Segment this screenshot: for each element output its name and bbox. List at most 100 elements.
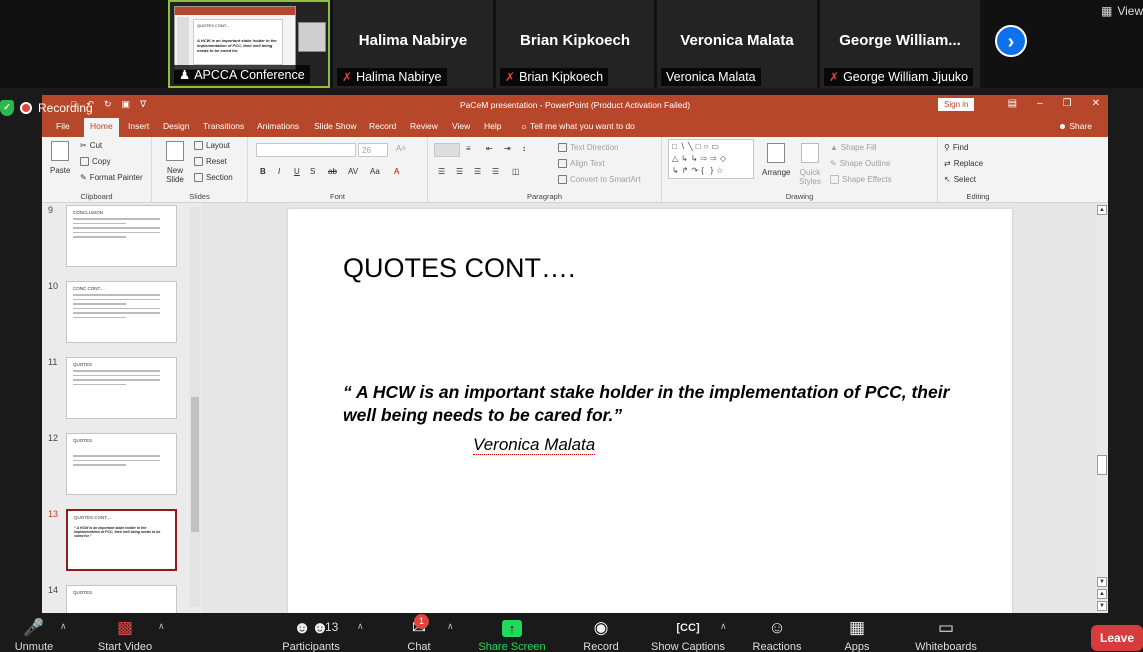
find-button[interactable]: ⚲ Find [944, 143, 968, 152]
minimize-icon[interactable]: – [1037, 98, 1043, 109]
sign-in-button[interactable]: Sign in [938, 98, 975, 111]
share-button[interactable]: ☻ Share [1058, 121, 1092, 131]
participant-tile-george[interactable]: George William... ✗ George William Jjuuk… [820, 0, 980, 88]
slide-scrollbar[interactable]: ▲ ▼ ▲ ▼ [1096, 203, 1108, 613]
quick-styles-button[interactable]: Quick Styles [796, 143, 824, 186]
replace-button[interactable]: ⇄ Replace [944, 159, 983, 168]
shape-effects-button[interactable]: Shape Effects [830, 175, 892, 184]
thumbnail-scrollbar[interactable] [190, 207, 200, 607]
slide-thumbnail-12[interactable]: QUOTES [66, 433, 177, 495]
columns-icon[interactable]: ◫ [512, 167, 520, 176]
numbering-icon[interactable]: ≡ [466, 144, 471, 153]
bold-icon[interactable]: B [260, 167, 266, 176]
scrollbar-thumb[interactable] [191, 397, 199, 532]
view-button[interactable]: ▦ View [1101, 4, 1143, 18]
chevron-up-icon[interactable]: ∧ [60, 621, 67, 632]
scroll-down-icon[interactable]: ▼ [1097, 577, 1107, 587]
next-slide-icon[interactable]: ▼ [1097, 601, 1107, 611]
show-captions-button[interactable]: [CC] Show Captions [646, 617, 730, 652]
maximize-icon[interactable]: ❐ [1063, 98, 1072, 109]
tab-animations[interactable]: Animations [257, 121, 299, 131]
current-slide[interactable]: QUOTES CONT…. “ A HCW is an important st… [288, 209, 1012, 613]
increase-font-icon[interactable]: A˄ [396, 144, 406, 153]
chevron-up-icon[interactable]: ∧ [158, 621, 165, 632]
whiteboards-button[interactable]: ▭ Whiteboards [904, 617, 988, 652]
apps-button[interactable]: ▦ Apps [838, 617, 876, 652]
align-center-icon[interactable]: ☰ [456, 167, 463, 176]
share-screen-button[interactable]: ↑ Share Screen [474, 617, 550, 652]
unmute-button[interactable]: 🎤 Unmute [10, 617, 58, 652]
shape-fill-button[interactable]: ▲ Shape Fill [830, 143, 877, 152]
chat-button[interactable]: ✉ 1 Chat [400, 614, 438, 652]
decrease-indent-icon[interactable]: ⇤ [486, 144, 493, 153]
convert-smartart-button[interactable]: Convert to SmartArt [558, 175, 641, 184]
font-family-box[interactable] [256, 143, 356, 157]
strikethrough-icon[interactable]: ab [328, 167, 337, 176]
record-button[interactable]: ◉ Record [578, 617, 624, 652]
select-button[interactable]: ↖ Select [944, 175, 976, 184]
tab-view[interactable]: View [452, 121, 470, 131]
chevron-up-icon[interactable]: ∧ [447, 621, 454, 632]
increase-indent-icon[interactable]: ⇥ [504, 144, 511, 153]
tab-home[interactable]: Home [84, 118, 119, 137]
align-text-button[interactable]: Align Text [558, 159, 605, 168]
chevron-up-icon[interactable]: ∧ [720, 621, 727, 632]
slide-author[interactable]: Veronica Malata [473, 435, 596, 455]
slide-title[interactable]: QUOTES CONT…. [343, 253, 576, 284]
tab-help[interactable]: Help [484, 121, 501, 131]
line-spacing-icon[interactable]: ↕ [522, 144, 526, 153]
change-case-icon[interactable]: Aa [370, 167, 380, 176]
shapes-gallery[interactable]: □∖╲□○▭ △↳↳⇨⇨◇ ↳↱↷{ }☆ [668, 139, 754, 179]
slide-quote[interactable]: “ A HCW is an important stake holder in … [343, 381, 983, 427]
tab-review[interactable]: Review [410, 121, 438, 131]
participant-tile-brian[interactable]: Brian Kipkoech ✗ Brian Kipkoech [496, 0, 654, 88]
tab-file[interactable]: File [56, 121, 70, 131]
reactions-button[interactable]: ☺ Reactions [748, 617, 806, 652]
start-video-button[interactable]: ▩ Start Video [92, 617, 158, 652]
close-icon[interactable]: ✕ [1092, 98, 1100, 109]
copy-button[interactable]: Copy [80, 157, 111, 166]
shape-outline-button[interactable]: ✎ Shape Outline [830, 159, 890, 168]
tab-insert[interactable]: Insert [128, 121, 149, 131]
ribbon-display-icon[interactable]: ▤ [1008, 98, 1017, 109]
participant-tile-apcca[interactable]: QUOTES CONT... A HCW is an important sta… [168, 0, 330, 88]
align-left-icon[interactable]: ☰ [438, 167, 445, 176]
recording-indicator[interactable]: ✓ Recording [0, 100, 93, 116]
chevron-right-icon[interactable]: › [995, 25, 1027, 57]
participant-tile-halima[interactable]: Halima Nabirye ✗ Halima Nabirye [333, 0, 493, 88]
section-button[interactable]: Section [194, 173, 233, 182]
previous-slide-icon[interactable]: ▲ [1097, 589, 1107, 599]
chevron-up-icon[interactable]: ∧ [357, 621, 364, 632]
arrange-button[interactable]: Arrange [762, 143, 790, 177]
layout-button[interactable]: Layout [194, 141, 230, 150]
justify-icon[interactable]: ☰ [492, 167, 499, 176]
cut-button[interactable]: ✂ Cut [80, 141, 102, 150]
slide-thumbnail-10[interactable]: CONC CONT.... [66, 281, 177, 343]
slide-thumbnail-9[interactable]: CONCLUSION [66, 205, 177, 267]
reset-button[interactable]: Reset [194, 157, 227, 166]
tab-design[interactable]: Design [163, 121, 189, 131]
new-slide-button[interactable]: New Slide [160, 141, 190, 184]
participant-tile-veronica[interactable]: Veronica Malata Veronica Malata [657, 0, 817, 88]
tab-record[interactable]: Record [369, 121, 396, 131]
paste-button[interactable]: Paste [50, 141, 70, 175]
slide-thumbnail-13[interactable]: QUOTES CONT.... “ A HCW is an important … [66, 509, 177, 571]
italic-icon[interactable]: I [278, 167, 280, 176]
tell-me-search[interactable]: ☼ Tell me what you want to do [520, 121, 635, 131]
format-painter-button[interactable]: ✎ Format Painter [80, 173, 143, 182]
bullets-icon[interactable] [434, 143, 460, 157]
text-direction-button[interactable]: Text Direction [558, 143, 618, 152]
slide-thumbnail-14[interactable]: QUOTES [66, 585, 177, 613]
char-spacing-icon[interactable]: AV [348, 167, 358, 176]
shadow-icon[interactable]: S [310, 167, 315, 176]
scroll-up-icon[interactable]: ▲ [1097, 205, 1107, 215]
align-right-icon[interactable]: ☰ [474, 167, 481, 176]
tab-slide-show[interactable]: Slide Show [314, 121, 357, 131]
font-color-icon[interactable]: A [394, 167, 399, 176]
leave-button[interactable]: Leave [1091, 625, 1143, 651]
scrollbar-thumb[interactable] [1097, 455, 1107, 475]
underline-icon[interactable]: U [294, 167, 300, 176]
tab-transitions[interactable]: Transitions [203, 121, 244, 131]
font-size-box[interactable]: 26 [358, 143, 388, 157]
slide-thumbnail-11[interactable]: QUOTES [66, 357, 177, 419]
